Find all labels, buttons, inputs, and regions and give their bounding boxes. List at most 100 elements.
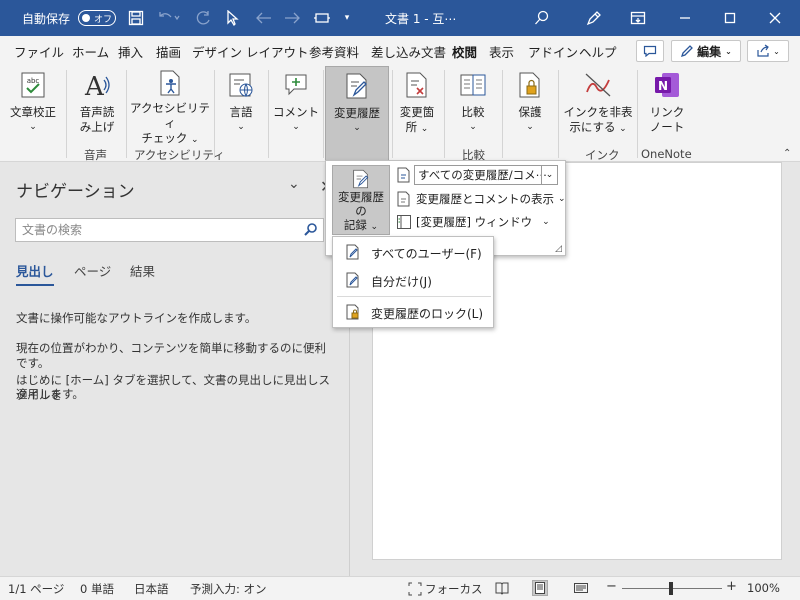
tab-view[interactable]: 表示: [489, 42, 514, 61]
minimize-icon[interactable]: [674, 0, 696, 36]
zoom-slider-thumb[interactable]: [669, 582, 673, 595]
close-icon[interactable]: [764, 0, 786, 36]
focus-label: フォーカス: [425, 582, 483, 596]
tab-mailings[interactable]: 差し込み文書: [371, 42, 446, 61]
markup-icon: [396, 167, 412, 183]
comment-label: コメント: [273, 105, 319, 119]
editing-mode-label: 編集: [697, 44, 722, 59]
save-icon[interactable]: [126, 0, 146, 36]
language-button[interactable]: 言語 ⌄: [220, 68, 262, 142]
accessibility-icon: [153, 68, 187, 98]
comment-icon: [643, 45, 657, 57]
search-icon[interactable]: [303, 222, 319, 238]
changes-label-2: 所 ⌄: [405, 120, 429, 134]
chevron-down-icon: ⌄: [526, 122, 534, 132]
share-button[interactable]: ⌄: [747, 40, 789, 62]
zoom-in-button[interactable]: +: [726, 579, 737, 594]
page-count[interactable]: 1/1 ページ: [8, 581, 64, 597]
web-layout-icon[interactable]: [573, 580, 589, 596]
protect-button[interactable]: 保護 ⌄: [508, 68, 552, 142]
accessibility-check-button[interactable]: アクセシビリティ チェック ⌄: [130, 68, 210, 145]
tab-help[interactable]: ヘルプ: [579, 42, 617, 61]
svg-text:N: N: [658, 79, 668, 93]
proofing-label: 文章校正: [10, 105, 56, 119]
hide-ink-label-2: 示にする ⌄: [569, 120, 627, 134]
dialog-launcher-icon[interactable]: ◿: [555, 244, 562, 254]
changes-button[interactable]: 変更箇 所 ⌄: [396, 68, 438, 142]
autosave-toggle[interactable]: オフ: [78, 10, 116, 26]
tab-pages[interactable]: ページ: [74, 261, 111, 280]
focus-button[interactable]: フォーカス: [408, 581, 483, 597]
menu-item-just-me[interactable]: 自分だけ(J): [333, 267, 493, 293]
accessibility-label-2: チェック ⌄: [141, 131, 199, 145]
text-predictions-status[interactable]: 予測入力: オン: [190, 581, 267, 597]
show-markup-icon: [397, 191, 410, 207]
search-input[interactable]: [16, 219, 296, 241]
compare-button[interactable]: 比較 ⌄: [452, 68, 494, 142]
tab-layout[interactable]: レイアウト: [246, 42, 309, 61]
show-markup-button[interactable]: 変更履歴とコメントの表示 ⌄: [396, 191, 566, 207]
proofing-button[interactable]: abc 文章校正 ⌄: [6, 68, 60, 142]
nav-help-text-1: 文書に操作可能なアウトラインを作成します。: [16, 311, 257, 325]
collapse-ribbon-icon[interactable]: ⌃: [783, 148, 791, 159]
changes-label-1: 変更箇: [399, 105, 435, 119]
read-mode-icon[interactable]: [494, 580, 510, 596]
track-record-label-2: 記録 ⌄: [343, 218, 379, 232]
ribbon-display-options-icon[interactable]: [628, 0, 648, 36]
compare-label: 比較: [461, 105, 485, 119]
print-layout-icon[interactable]: [532, 580, 548, 596]
word-count[interactable]: 0 単語: [80, 581, 114, 597]
track-changes-user-menu: すべてのユーザー(F) 自分だけ(J) 変更履歴のロック(L): [332, 236, 494, 328]
fit-width-icon[interactable]: [311, 0, 333, 36]
tab-draw[interactable]: 描画: [156, 42, 181, 61]
tab-headings[interactable]: 見出し: [16, 261, 54, 286]
protect-label: 保護: [518, 105, 542, 119]
linked-notes-button[interactable]: N リンク ノート: [642, 68, 692, 142]
markup-select-value: すべての変更履歴/コメ⋯: [418, 168, 548, 182]
language-label: 言語: [229, 105, 253, 119]
nav-help-text-2: 現在の位置がわかり、コンテンツを簡単に移動するのに便利です。: [16, 341, 327, 370]
language-status[interactable]: 日本語: [134, 581, 169, 597]
redo-icon[interactable]: [193, 0, 215, 36]
hide-ink-button[interactable]: インクを非表 示にする ⌄: [563, 68, 633, 142]
tab-addins[interactable]: アドイン: [528, 42, 578, 61]
chevron-down-icon[interactable]: ⌄: [288, 176, 300, 192]
markup-display-select[interactable]: すべての変更履歴/コメ⋯ ⌄: [414, 165, 558, 185]
hide-ink-icon: [581, 68, 615, 102]
back-arrow-icon[interactable]: [253, 0, 275, 36]
chevron-down-icon: ⌄: [558, 194, 566, 204]
tab-home[interactable]: ホーム: [72, 42, 109, 61]
comments-button[interactable]: [636, 40, 664, 62]
tab-file[interactable]: ファイル: [14, 42, 64, 61]
pen-icon[interactable]: [583, 0, 605, 36]
search-icon[interactable]: [532, 0, 552, 36]
read-aloud-label-2: み上げ: [79, 120, 115, 134]
track-changes-button[interactable]: 変更履歴 ⌄: [325, 66, 389, 162]
qat-customize-icon[interactable]: ▾: [340, 0, 354, 36]
menu-item-all-users[interactable]: すべてのユーザー(F): [333, 239, 493, 265]
tab-references[interactable]: 参考資料: [309, 42, 359, 61]
tab-design[interactable]: デザイン: [192, 42, 242, 61]
chevron-down-icon: ⌄: [29, 122, 37, 132]
menu-item-all-users-label: すべてのユーザー(F): [371, 247, 482, 261]
zoom-out-button[interactable]: −: [606, 579, 617, 594]
read-aloud-button[interactable]: A 音声読 み上げ: [72, 68, 122, 142]
editing-mode-button[interactable]: 編集 ⌄: [671, 40, 741, 62]
autosave-label: 自動保存: [22, 11, 71, 26]
chevron-down-icon: ⌄: [292, 122, 300, 132]
comment-button[interactable]: コメント ⌄: [272, 68, 320, 142]
pointer-icon[interactable]: [222, 0, 242, 36]
menu-item-lock-tracking[interactable]: 変更履歴のロック(L): [333, 299, 493, 325]
chevron-down-icon: ⌄: [237, 122, 245, 132]
maximize-icon[interactable]: [719, 0, 741, 36]
tab-review[interactable]: 校閲: [452, 42, 478, 66]
undo-icon[interactable]: [155, 0, 183, 36]
reviewing-pane-button[interactable]: [変更履歴] ウィンドウ ⌄: [396, 214, 550, 230]
autosave-state: オフ: [94, 15, 113, 25]
forward-arrow-icon[interactable]: [281, 0, 303, 36]
tab-insert[interactable]: 挿入: [118, 42, 143, 61]
nav-pane-title: ナビゲーション: [16, 182, 135, 202]
zoom-level[interactable]: 100%: [747, 581, 780, 595]
track-changes-record-button[interactable]: 変更履歴の 記録 ⌄: [332, 165, 390, 235]
tab-results[interactable]: 結果: [130, 261, 155, 280]
